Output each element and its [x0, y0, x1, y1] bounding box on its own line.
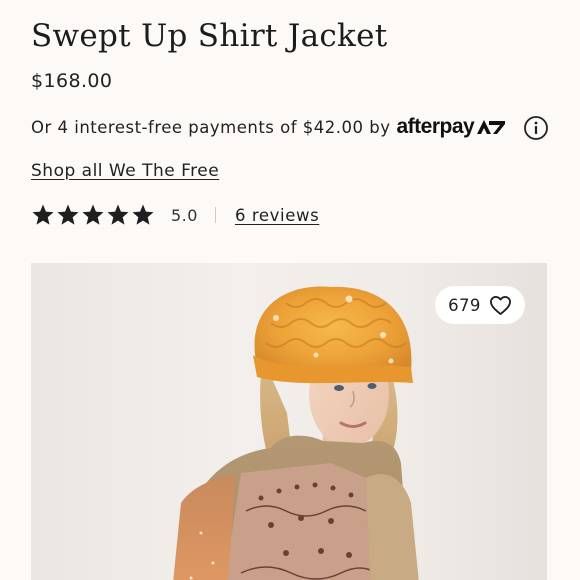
- star-icon: [107, 204, 129, 225]
- rating-divider: [214, 207, 216, 223]
- rating-row: 5.0 6 reviews: [31, 201, 319, 229]
- afterpay-installments: Or 4 interest-free payments of $42.00 by…: [31, 114, 507, 140]
- afterpay-arrows-icon: [477, 120, 506, 134]
- afterpay-text: Or 4 interest-free payments of $42.00 by: [31, 117, 391, 137]
- favorite-count: 679: [448, 295, 481, 315]
- star-icon: [32, 204, 54, 225]
- afterpay-logo: afterpay: [397, 115, 508, 139]
- star-rating: [31, 203, 155, 227]
- product-title: Swept Up Shirt Jacket: [31, 18, 388, 54]
- heart-outline-icon: [489, 295, 511, 315]
- shop-brand-link[interactable]: Shop all We The Free: [31, 161, 219, 181]
- star-icon: [132, 204, 154, 225]
- star-icon: [82, 204, 104, 225]
- reviews-link[interactable]: 6 reviews: [235, 206, 319, 225]
- rating-value: 5.0: [171, 205, 198, 225]
- product-price: $168.00: [31, 70, 113, 92]
- info-circle-icon[interactable]: [523, 115, 549, 141]
- favorite-button[interactable]: 679: [435, 286, 525, 324]
- star-icon: [57, 204, 79, 225]
- product-page: Swept Up Shirt Jacket $168.00 Or 4 inter…: [0, 0, 580, 580]
- afterpay-logo-text: afterpay: [396, 115, 475, 138]
